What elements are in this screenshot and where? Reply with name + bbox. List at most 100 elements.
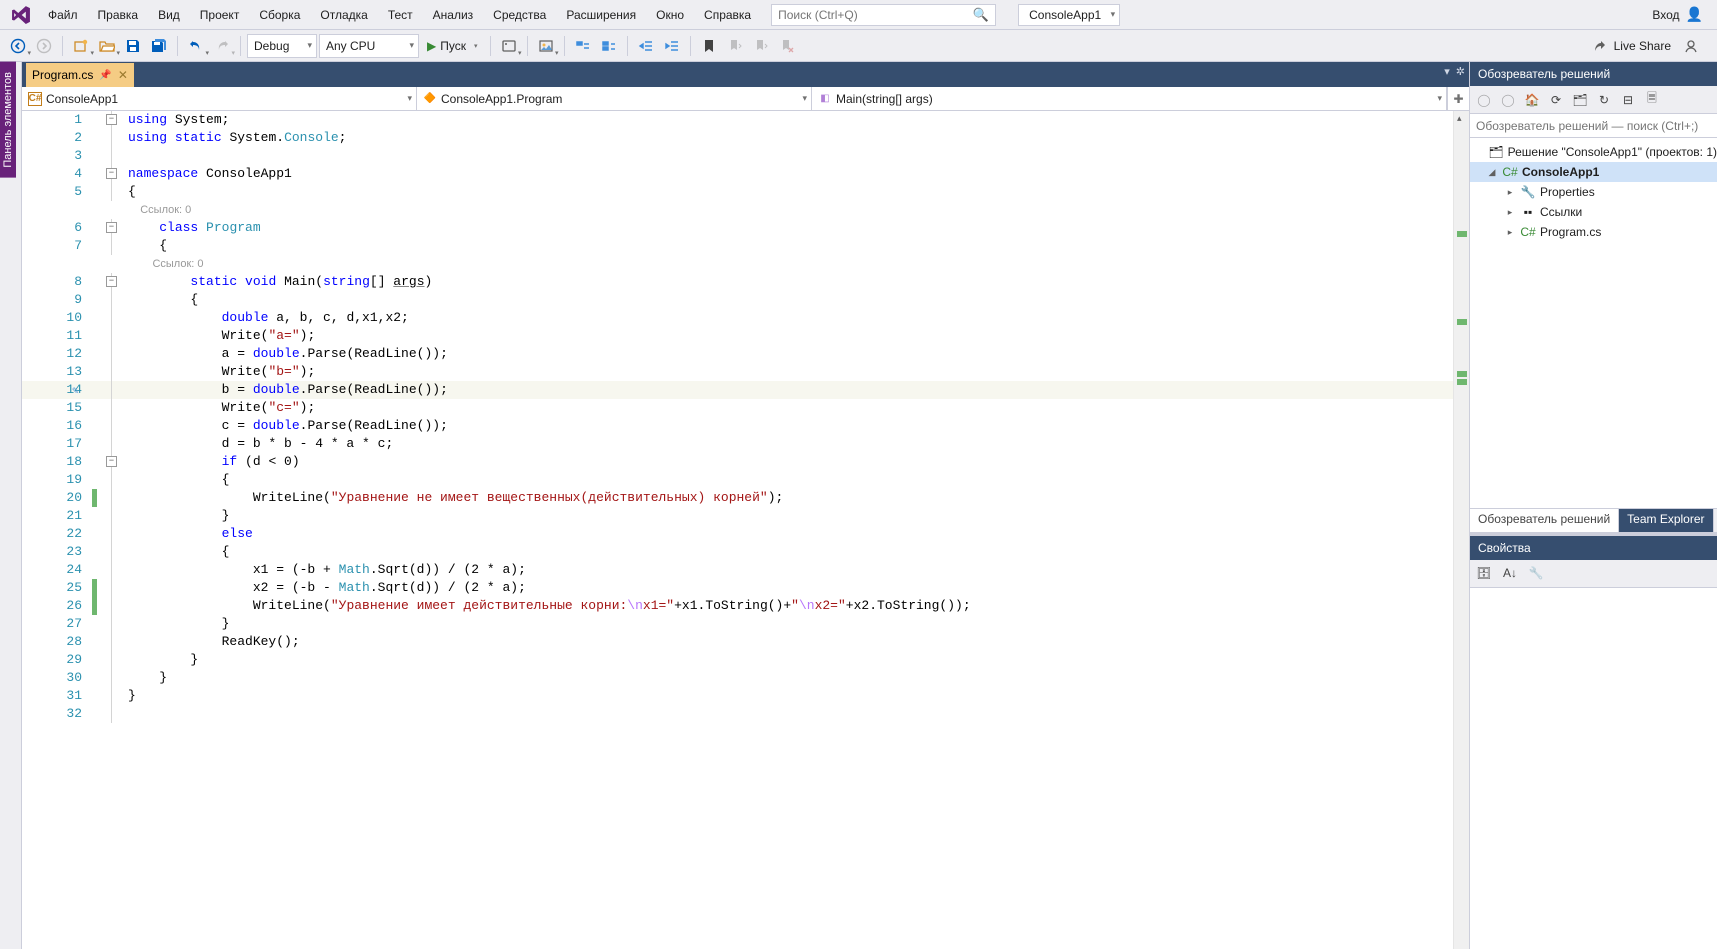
menu-анализ[interactable]: Анализ	[423, 4, 484, 26]
menu-тест[interactable]: Тест	[378, 4, 423, 26]
live-share-button[interactable]: Live Share	[1592, 38, 1671, 54]
new-project-button[interactable]: ▾	[69, 34, 93, 58]
code-line[interactable]: 23 {	[22, 543, 1453, 561]
prop-wrench-icon[interactable]: 🔧	[1526, 563, 1546, 583]
menu-средства[interactable]: Средства	[483, 4, 556, 26]
menu-вид[interactable]: Вид	[148, 4, 190, 26]
indent-more-button[interactable]	[660, 34, 684, 58]
platform-combo[interactable]: Any CPU	[319, 34, 419, 58]
collapse-icon[interactable]: ⊟	[1618, 90, 1638, 110]
undo-button[interactable]: ▾	[184, 34, 208, 58]
nav-back-button[interactable]: ▾	[6, 34, 30, 58]
document-tab-program[interactable]: Program.cs 📌 ✕	[26, 63, 134, 87]
code-line[interactable]: 14✎ b = double.Parse(ReadLine());	[22, 381, 1453, 399]
team-explorer-tab[interactable]: Team Explorer	[1619, 509, 1713, 532]
active-files-dropdown[interactable]: ▾	[1444, 65, 1450, 78]
sign-in-button[interactable]: Вход 👤	[1652, 6, 1703, 23]
code-editor[interactable]: 1−using System;2using static System.Cons…	[22, 111, 1453, 949]
prev-bookmark-button[interactable]	[723, 34, 747, 58]
solution-tree[interactable]: 🗂Решение "ConsoleApp1" (проектов: 1) ◢C#…	[1470, 138, 1717, 508]
next-bookmark-button[interactable]	[749, 34, 773, 58]
solution-node[interactable]: 🗂Решение "ConsoleApp1" (проектов: 1)	[1470, 142, 1717, 162]
back-icon[interactable]: ◯	[1474, 90, 1494, 110]
sync-icon[interactable]: ⟳	[1546, 90, 1566, 110]
nav-forward-button[interactable]	[32, 34, 56, 58]
code-line[interactable]: 10 double a, b, c, d,x1,x2;	[22, 309, 1453, 327]
step-into-button[interactable]	[571, 34, 595, 58]
menu-окно[interactable]: Окно	[646, 4, 694, 26]
redo-button[interactable]: ▾	[210, 34, 234, 58]
nav-member-combo[interactable]: ◧Main(string[] args)	[812, 87, 1447, 110]
solution-search-input[interactable]	[1476, 119, 1711, 133]
code-line[interactable]: 24 x1 = (-b + Math.Sqrt(d)) / (2 * a);	[22, 561, 1453, 579]
refresh-icon[interactable]: ↻	[1594, 90, 1614, 110]
start-debug-button[interactable]: ▶ Пуск ▾	[421, 34, 484, 58]
code-line[interactable]: 15 Write("c=");	[22, 399, 1453, 417]
scroll-up-icon[interactable]: ▴	[1457, 113, 1462, 124]
preview-settings-icon[interactable]: ✲	[1456, 65, 1465, 78]
forward-icon[interactable]: ◯	[1498, 90, 1518, 110]
nav-class-combo[interactable]: 🔶ConsoleApp1.Program	[417, 87, 812, 110]
close-icon[interactable]: ✕	[118, 68, 128, 82]
code-line[interactable]: 32	[22, 705, 1453, 723]
solution-explorer-search[interactable]	[1470, 114, 1717, 138]
nav-project-combo[interactable]: C#ConsoleApp1	[22, 87, 417, 110]
fold-toggle[interactable]: −	[106, 114, 117, 125]
code-line[interactable]: 20 WriteLine("Уравнение не имеет веществ…	[22, 489, 1453, 507]
startup-project-selector[interactable]: ConsoleApp1	[1018, 4, 1120, 26]
menu-справка[interactable]: Справка	[694, 4, 761, 26]
browser-link-button[interactable]: ▾	[497, 34, 521, 58]
properties-node[interactable]: ▸🔧Properties	[1470, 182, 1717, 202]
menu-сборка[interactable]: Сборка	[249, 4, 310, 26]
code-line[interactable]: 18− if (d < 0)	[22, 453, 1453, 471]
quick-search-input[interactable]	[778, 8, 973, 22]
properties-icon[interactable]: 🗏	[1642, 90, 1662, 110]
code-line[interactable]: 21 }	[22, 507, 1453, 525]
menu-файл[interactable]: Файл	[38, 4, 88, 26]
home-icon[interactable]: 🏠	[1522, 90, 1542, 110]
step-over-button[interactable]	[597, 34, 621, 58]
code-line[interactable]: 16 c = double.Parse(ReadLine());	[22, 417, 1453, 435]
fold-toggle[interactable]: −	[106, 276, 117, 287]
fold-toggle[interactable]: −	[106, 456, 117, 467]
code-line[interactable]: 13 Write("b=");	[22, 363, 1453, 381]
properties-grid[interactable]	[1470, 588, 1717, 949]
quick-search[interactable]: 🔍	[771, 4, 996, 26]
open-file-button[interactable]: ▾	[95, 34, 119, 58]
code-line[interactable]: 4−namespace ConsoleApp1	[22, 165, 1453, 183]
code-line[interactable]: 22 else	[22, 525, 1453, 543]
clear-bookmarks-button[interactable]	[775, 34, 799, 58]
show-all-icon[interactable]: 🗂	[1570, 90, 1590, 110]
fold-toggle[interactable]: −	[106, 222, 117, 233]
code-line[interactable]: 11 Write("a=");	[22, 327, 1453, 345]
menu-проект[interactable]: Проект	[190, 4, 250, 26]
image-preview-button[interactable]: ▾	[534, 34, 558, 58]
code-line[interactable]: 28 ReadKey();	[22, 633, 1453, 651]
code-line[interactable]: 1−using System;	[22, 111, 1453, 129]
code-line[interactable]: 3	[22, 147, 1453, 165]
references-node[interactable]: ▸▪▪Ссылки	[1470, 202, 1717, 222]
menu-правка[interactable]: Правка	[88, 4, 149, 26]
program-cs-node[interactable]: ▸C#Program.cs	[1470, 222, 1717, 242]
code-line[interactable]: 27 }	[22, 615, 1453, 633]
code-line[interactable]: 25 x2 = (-b - Math.Sqrt(d)) / (2 * a);	[22, 579, 1453, 597]
code-line[interactable]: 9 {	[22, 291, 1453, 309]
save-button[interactable]	[121, 34, 145, 58]
configuration-combo[interactable]: Debug	[247, 34, 317, 58]
code-line[interactable]: 7 {	[22, 237, 1453, 255]
code-line[interactable]: 5{	[22, 183, 1453, 201]
codelens-row[interactable]: Ссылок: 0	[22, 201, 1453, 219]
alphabetical-icon[interactable]: A↓	[1500, 563, 1520, 583]
solution-explorer-tab[interactable]: Обозреватель решений	[1470, 509, 1619, 532]
codelens-row[interactable]: Ссылок: 0	[22, 255, 1453, 273]
split-editor-button[interactable]: ✚	[1447, 87, 1469, 110]
categorized-icon[interactable]: 🗄	[1474, 563, 1494, 583]
menu-расширения[interactable]: Расширения	[556, 4, 646, 26]
code-line[interactable]: 8− static void Main(string[] args)	[22, 273, 1453, 291]
project-node[interactable]: ◢C#ConsoleApp1	[1470, 162, 1717, 182]
save-all-button[interactable]	[147, 34, 171, 58]
code-line[interactable]: 6− class Program	[22, 219, 1453, 237]
code-line[interactable]: 2using static System.Console;	[22, 129, 1453, 147]
code-line[interactable]: 19 {	[22, 471, 1453, 489]
code-line[interactable]: 17 d = b * b - 4 * a * c;	[22, 435, 1453, 453]
